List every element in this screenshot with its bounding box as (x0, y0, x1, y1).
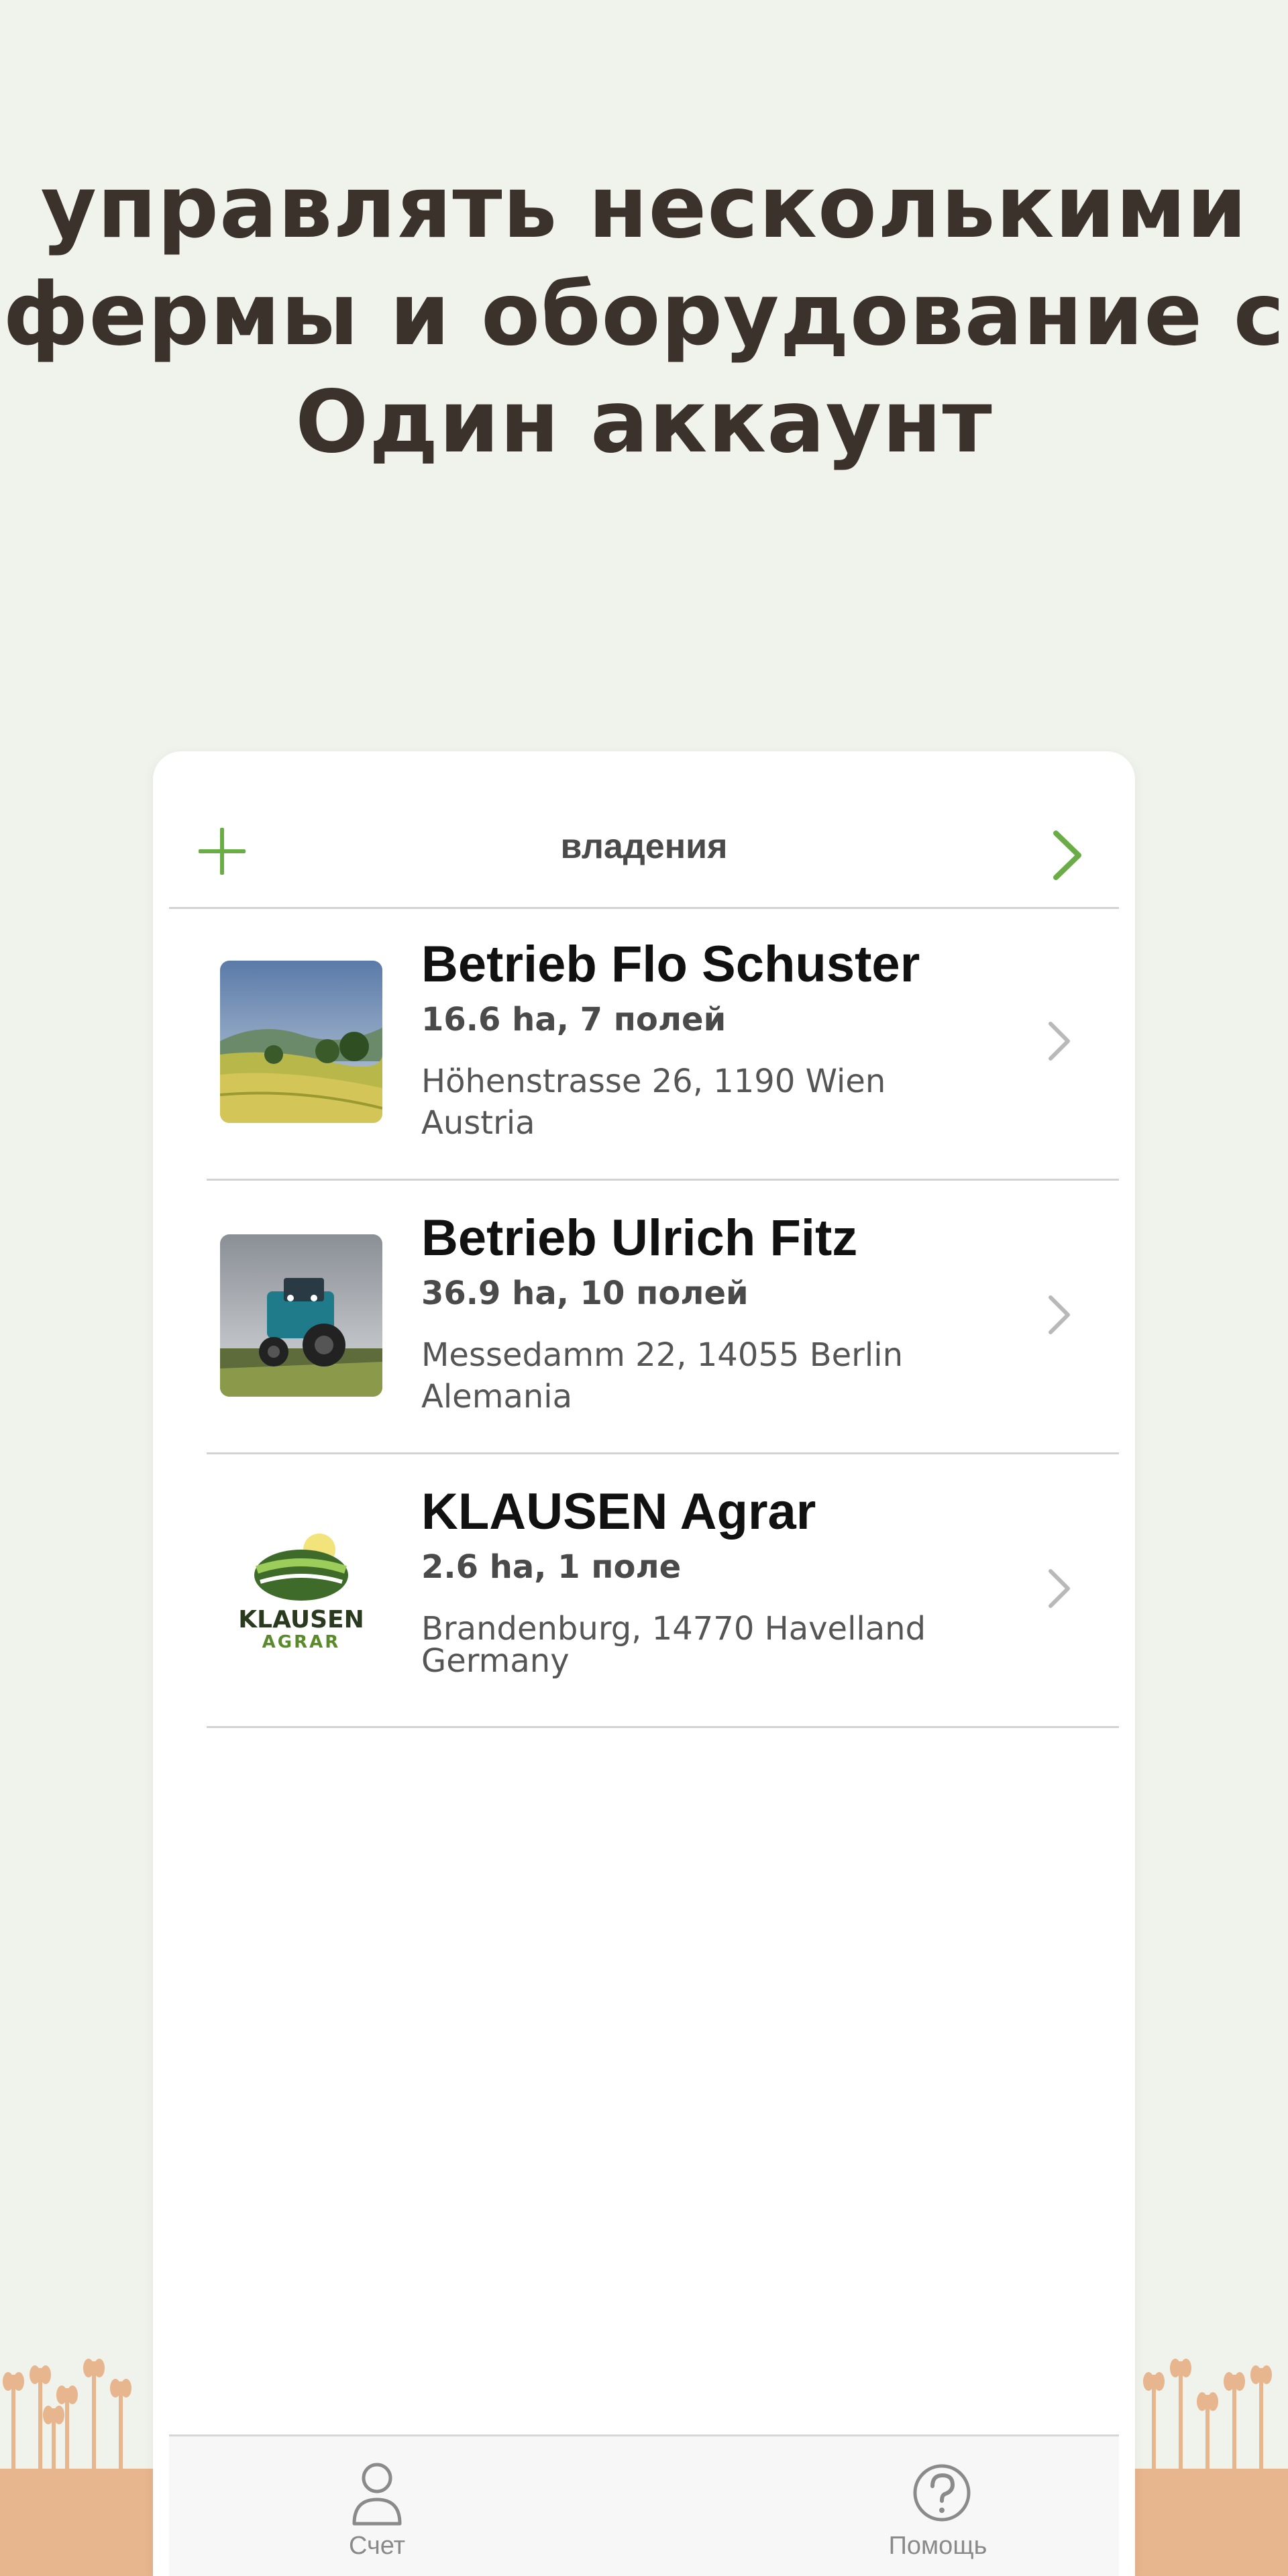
klausen-logo: KLAUSEN AGRAR (220, 1508, 382, 1670)
chevron-right-icon[interactable] (1041, 825, 1092, 885)
farm-name: KLAUSEN Agrar (421, 1483, 816, 1540)
farm-name: Betrieb Flo Schuster (421, 936, 920, 993)
tab-account-label: Счет (348, 2532, 406, 2560)
farm-address-line-1: Messedamm 22, 14055 Berlin (421, 1336, 903, 1374)
person-icon (352, 2463, 402, 2526)
farm-name: Betrieb Ulrich Fitz (421, 1210, 858, 1267)
farm-address-line-2: Alemania (421, 1378, 573, 1415)
headline-line-2: фермы и оборудование с (3, 265, 1285, 365)
question-circle-icon (913, 2464, 971, 2522)
farm-row-flo-schuster[interactable]: Betrieb Flo Schuster 16.6 ha, 7 полей Hö… (207, 907, 1119, 1181)
top-bar: владения (169, 751, 1119, 909)
wheat-decoration-left (0, 2359, 154, 2576)
farm-meta: 2.6 ha, 1 поле (421, 1548, 682, 1586)
tab-bar: Счет Помощь (169, 2434, 1119, 2576)
headline: управлять несколькими фермы и оборудован… (0, 154, 1288, 476)
farm-meta: 16.6 ha, 7 полей (421, 1001, 727, 1038)
chevron-right-icon (1049, 1295, 1070, 1334)
wheat-decoration-right (1134, 2359, 1288, 2576)
phone-card: владения Betrieb Flo Schuster 16.6 ha, 7… (153, 751, 1135, 2576)
headline-line-3: Один аккаунт (295, 372, 993, 472)
farm-address-line-2: Germany (421, 1642, 570, 1680)
farm-row-klausen-agrar[interactable]: KLAUSEN AGRAR KLAUSEN Agrar 2.6 ha, 1 по… (207, 1454, 1119, 1728)
klausen-logo-text: KLAUSEN (238, 1606, 364, 1633)
chevron-right-icon (1049, 1022, 1070, 1061)
agrar-logo-text: AGRAR (262, 1632, 341, 1652)
landscape-photo (220, 961, 382, 1123)
farm-address-line-1: Höhenstrasse 26, 1190 Wien (421, 1063, 886, 1100)
farm-address-line-2: Austria (421, 1104, 535, 1142)
page-title: владения (560, 827, 728, 866)
tab-account[interactable]: Счет (276, 2436, 478, 2576)
headline-line-1: управлять несколькими (40, 158, 1248, 258)
tab-help[interactable]: Помощь (837, 2436, 1038, 2576)
tab-help-label: Помощь (888, 2532, 987, 2560)
farm-meta: 36.9 ha, 10 полей (421, 1275, 749, 1312)
tractor-photo (220, 1234, 382, 1397)
farm-list: Betrieb Flo Schuster 16.6 ha, 7 полей Hö… (207, 907, 1119, 1728)
chevron-right-icon (1049, 1569, 1070, 1608)
farm-row-ulrich-fitz[interactable]: Betrieb Ulrich Fitz 36.9 ha, 10 полей Me… (207, 1181, 1119, 1454)
